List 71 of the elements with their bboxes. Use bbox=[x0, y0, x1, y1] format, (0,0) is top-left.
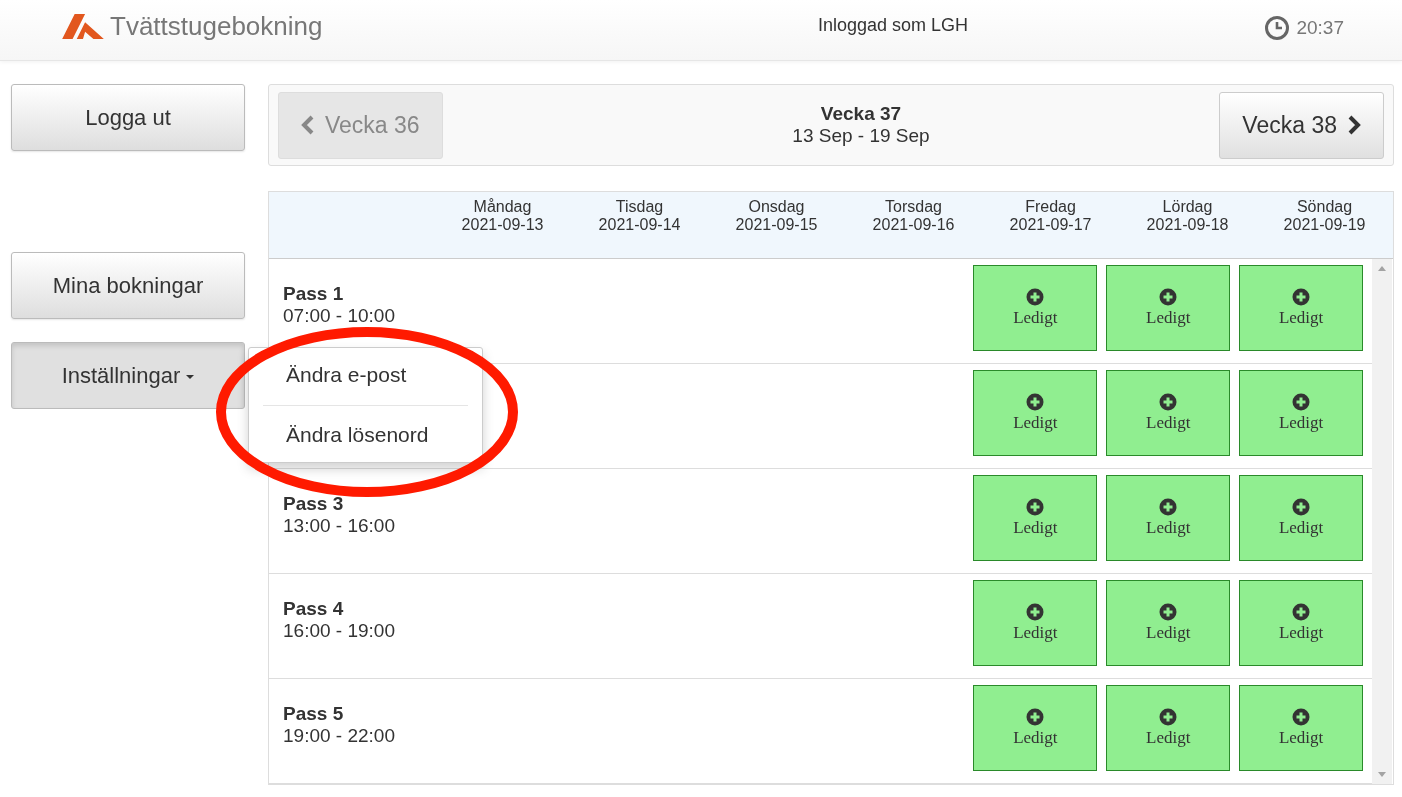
app-title[interactable]: Tvättstugebokning bbox=[110, 10, 323, 42]
pass-time: 07:00 - 10:00 bbox=[283, 305, 396, 327]
plus-circle-icon bbox=[1159, 498, 1178, 516]
day-name: Tisdag bbox=[615, 198, 664, 216]
plus-circle-icon bbox=[1026, 393, 1045, 411]
pass-label: Pass 3 bbox=[283, 493, 345, 515]
free-slot-button[interactable]: Ledigt bbox=[973, 370, 1098, 456]
free-slot-button[interactable]: Ledigt bbox=[1239, 475, 1364, 561]
plus-circle-icon bbox=[1292, 708, 1311, 726]
free-slot-button[interactable]: Ledigt bbox=[973, 265, 1098, 351]
free-slot-button[interactable]: Ledigt bbox=[1239, 580, 1364, 666]
sidebar-button[interactable]: Logga ut bbox=[11, 84, 245, 151]
dropdown-button[interactable]: Inställningar bbox=[11, 342, 245, 409]
logo-icon bbox=[62, 13, 104, 39]
week-title: Vecka 37 bbox=[820, 103, 902, 125]
plus-circle-icon bbox=[1026, 288, 1045, 306]
chevron-right-icon bbox=[1347, 115, 1361, 135]
sidebar-button[interactable]: Mina bokningar bbox=[11, 252, 245, 319]
day-name: Onsdag bbox=[748, 198, 805, 216]
caret-icon bbox=[186, 374, 195, 379]
free-slot-button[interactable]: Ledigt bbox=[973, 475, 1098, 561]
day-name: Lördag bbox=[1162, 198, 1213, 216]
day-name: Måndag bbox=[473, 198, 532, 216]
free-slot-button[interactable]: Ledigt bbox=[973, 580, 1098, 666]
day-date: 2021-09-15 bbox=[735, 216, 818, 234]
pass-time: 19:00 - 22:00 bbox=[283, 725, 396, 747]
menu-item[interactable]: Ändra lösenord bbox=[249, 420, 429, 450]
plus-circle-icon bbox=[1292, 393, 1311, 411]
day-date: 2021-09-19 bbox=[1283, 216, 1366, 234]
plus-circle-icon bbox=[1026, 708, 1045, 726]
pass-time: 16:00 - 19:00 bbox=[283, 620, 396, 642]
plus-circle-icon bbox=[1159, 288, 1178, 306]
week-range: 13 Sep - 19 Sep bbox=[792, 125, 930, 147]
free-slot-button[interactable]: Ledigt bbox=[973, 685, 1098, 771]
scroll-down-icon[interactable] bbox=[1378, 772, 1386, 777]
pass-time: 13:00 - 16:00 bbox=[283, 515, 396, 537]
free-slot-button[interactable]: Ledigt bbox=[1106, 370, 1231, 456]
scrollbar[interactable] bbox=[1372, 259, 1392, 784]
clock-time: 20:37 bbox=[1296, 17, 1344, 39]
plus-circle-icon bbox=[1026, 603, 1045, 621]
next-week-button[interactable]: Vecka 38 bbox=[1219, 91, 1384, 159]
scroll-up-icon[interactable] bbox=[1378, 266, 1386, 271]
free-slot-button[interactable]: Ledigt bbox=[1239, 370, 1364, 456]
free-slot-button[interactable]: Ledigt bbox=[1106, 265, 1231, 351]
logged-in-label: Inloggad som LGH bbox=[818, 14, 969, 36]
plus-circle-icon bbox=[1292, 288, 1311, 306]
plus-circle-icon bbox=[1159, 708, 1178, 726]
free-slot-button[interactable]: Ledigt bbox=[1239, 685, 1364, 771]
day-name: Söndag bbox=[1296, 198, 1353, 216]
pass-label: Pass 5 bbox=[283, 703, 345, 725]
chevron-left-icon bbox=[301, 115, 315, 135]
plus-circle-icon bbox=[1026, 498, 1045, 516]
pass-label: Pass 4 bbox=[283, 598, 345, 620]
free-slot-button[interactable]: Ledigt bbox=[1106, 475, 1231, 561]
day-date: 2021-09-17 bbox=[1009, 216, 1092, 234]
pass-label: Pass 1 bbox=[283, 283, 345, 305]
plus-circle-icon bbox=[1159, 393, 1178, 411]
free-slot-button[interactable]: Ledigt bbox=[1106, 685, 1231, 771]
free-slot-button[interactable]: Ledigt bbox=[1106, 580, 1231, 666]
day-date: 2021-09-14 bbox=[598, 216, 681, 234]
day-name: Fredag bbox=[1025, 198, 1076, 216]
day-name: Torsdag bbox=[885, 198, 942, 216]
clock-icon bbox=[1264, 15, 1291, 41]
plus-circle-icon bbox=[1292, 603, 1311, 621]
day-date: 2021-09-16 bbox=[872, 216, 955, 234]
menu-item[interactable]: Ändra e-post bbox=[249, 360, 407, 390]
plus-circle-icon bbox=[1292, 498, 1311, 516]
free-slot-button[interactable]: Ledigt bbox=[1239, 265, 1364, 351]
day-date: 2021-09-18 bbox=[1146, 216, 1229, 234]
day-date: 2021-09-13 bbox=[461, 216, 544, 234]
plus-circle-icon bbox=[1159, 603, 1178, 621]
